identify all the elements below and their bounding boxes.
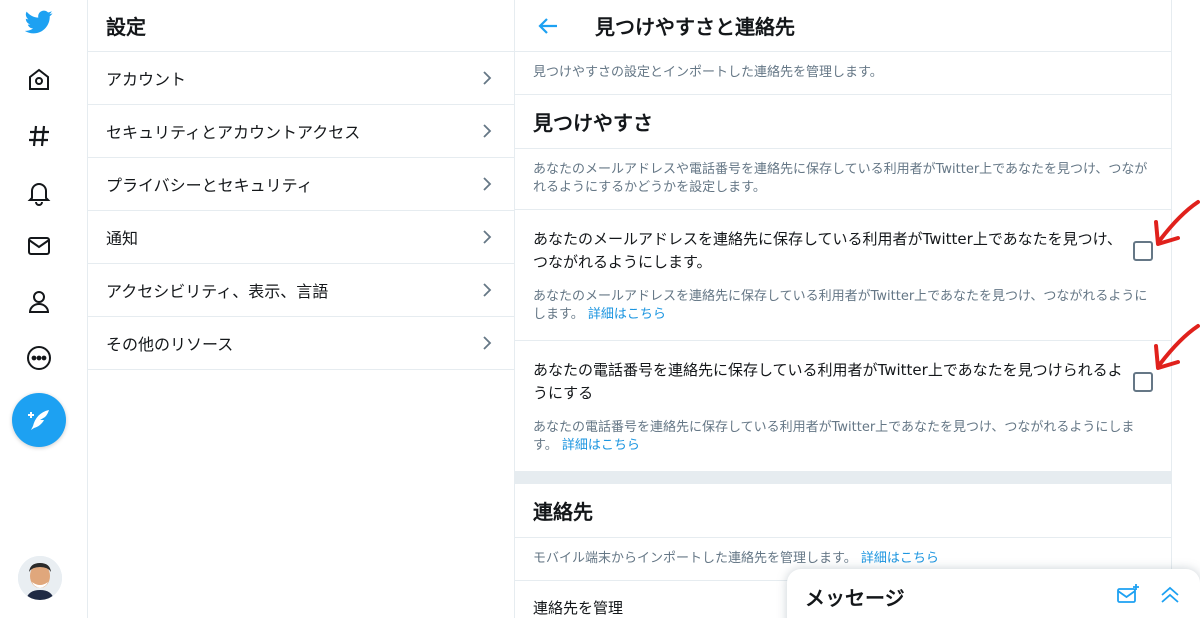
discoverability-section-title: 見つけやすさ (515, 95, 1171, 149)
settings-item-label: その他のリソース (106, 335, 234, 354)
email-option-label: あなたのメールアドレスを連絡先に保存している利用者がTwitter上であなたを見… (533, 230, 1122, 271)
phone-option-label: あなたの電話番号を連絡先に保存している利用者がTwitter上であなたを見つけら… (533, 361, 1123, 402)
messages-title: メッセージ (805, 585, 905, 610)
annotation-arrow (1154, 324, 1200, 370)
email-learn-more-link[interactable]: 詳細はこちら (588, 307, 666, 322)
new-message-icon[interactable] (1116, 583, 1140, 607)
expand-chevrons-icon[interactable] (1158, 583, 1182, 607)
feather-plus-icon (28, 410, 49, 430)
profile-icon[interactable] (17, 280, 61, 324)
section-divider (515, 472, 1171, 484)
detail-header: 見つけやすさと連絡先 (515, 0, 1171, 52)
chevron-right-icon (483, 230, 492, 244)
chevron-right-icon (483, 124, 492, 138)
chevron-right-icon (483, 336, 492, 350)
phone-option-help: あなたの電話番号を連絡先に保存している利用者がTwitter上であなたを見つけ、… (533, 419, 1153, 455)
compose-tweet-button[interactable] (12, 393, 66, 447)
phone-learn-more-link[interactable]: 詳細はこちら (562, 438, 640, 453)
phone-discoverability-option: あなたの電話番号を連絡先に保存している利用者がTwitter上であなたを見つけら… (515, 341, 1171, 472)
account-avatar[interactable] (18, 556, 62, 600)
page-title: 見つけやすさと連絡先 (595, 15, 795, 39)
settings-item-security-access[interactable]: セキュリティとアカウントアクセス (88, 105, 514, 158)
manage-contacts-label: 連絡先を管理 (533, 599, 624, 617)
contacts-section-title: 連絡先 (515, 484, 1171, 538)
twitter-logo-icon[interactable] (17, 0, 61, 44)
back-arrow-icon[interactable] (537, 15, 559, 37)
contacts-learn-more-link[interactable]: 詳細はこちら (861, 551, 939, 566)
email-discoverability-option: あなたのメールアドレスを連絡先に保存している利用者がTwitter上であなたを見… (515, 210, 1171, 341)
settings-item-label: アカウント (106, 70, 187, 89)
settings-title: 設定 (106, 15, 146, 39)
settings-column: 設定 アカウント セキュリティとアカウントアクセス プライバシーとセキュリティ … (88, 0, 515, 618)
messages-drawer[interactable]: メッセージ (787, 569, 1200, 618)
annotation-arrow (1154, 200, 1200, 246)
email-option-help: あなたのメールアドレスを連絡先に保存している利用者がTwitter上であなたを見… (533, 288, 1153, 324)
settings-item-accessibility[interactable]: アクセシビリティ、表示、言語 (88, 264, 514, 317)
notifications-bell-icon[interactable] (17, 170, 61, 214)
messages-envelope-icon[interactable] (17, 224, 61, 268)
settings-item-notifications[interactable]: 通知 (88, 211, 514, 264)
contacts-description-text: モバイル端末からインポートした連絡先を管理します。 (533, 551, 857, 566)
page-description: 見つけやすさの設定とインポートした連絡先を管理します。 (515, 52, 1171, 95)
settings-item-label: セキュリティとアカウントアクセス (106, 123, 361, 142)
explore-hashtag-icon[interactable] (17, 114, 61, 158)
settings-item-privacy[interactable]: プライバシーとセキュリティ (88, 158, 514, 211)
discoverability-panel: 見つけやすさと連絡先 見つけやすさの設定とインポートした連絡先を管理します。 見… (515, 0, 1172, 618)
settings-header: 設定 (88, 0, 514, 52)
settings-item-account[interactable]: アカウント (88, 52, 514, 105)
chevron-right-icon (483, 71, 492, 85)
settings-item-label: アクセシビリティ、表示、言語 (106, 282, 329, 301)
home-icon[interactable] (17, 58, 61, 102)
settings-item-additional-resources[interactable]: その他のリソース (88, 317, 514, 370)
chevron-right-icon (483, 283, 492, 297)
settings-item-label: プライバシーとセキュリティ (106, 176, 313, 195)
discoverability-description: あなたのメールアドレスや電話番号を連絡先に保存している利用者がTwitter上で… (515, 149, 1171, 210)
more-options-icon[interactable] (17, 336, 61, 380)
settings-item-label: 通知 (106, 229, 139, 248)
chevron-right-icon (483, 177, 492, 191)
primary-nav (0, 0, 88, 618)
